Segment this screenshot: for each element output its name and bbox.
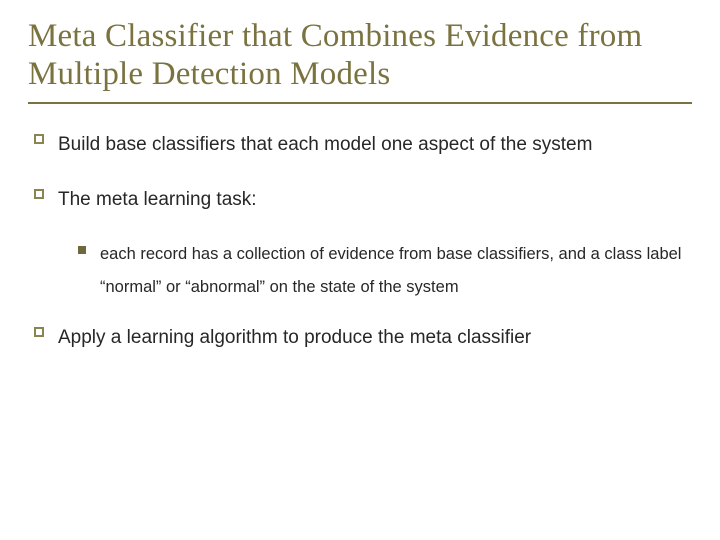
square-bullet-icon — [34, 327, 44, 337]
slide-title: Meta Classifier that Combines Evidence f… — [28, 18, 692, 94]
sub-bullet-item: each record has a collection of evidence… — [78, 238, 692, 302]
title-underline — [28, 102, 692, 104]
slide: Meta Classifier that Combines Evidence f… — [0, 0, 720, 540]
sub-bullet-group: each record has a collection of evidence… — [78, 238, 692, 302]
bullet-item: Apply a learning algorithm to produce th… — [34, 321, 692, 354]
slide-body: Build base classifiers that each model o… — [28, 128, 692, 354]
square-bullet-icon — [34, 189, 44, 199]
bullet-text: Build base classifiers that each model o… — [58, 128, 592, 161]
sub-bullet-text: each record has a collection of evidence… — [100, 238, 692, 302]
square-bullet-icon — [34, 134, 44, 144]
bullet-text: The meta learning task: — [58, 183, 257, 216]
bullet-item: The meta learning task: — [34, 183, 692, 216]
bullet-text: Apply a learning algorithm to produce th… — [58, 321, 531, 354]
square-filled-bullet-icon — [78, 246, 86, 254]
bullet-item: Build base classifiers that each model o… — [34, 128, 692, 161]
